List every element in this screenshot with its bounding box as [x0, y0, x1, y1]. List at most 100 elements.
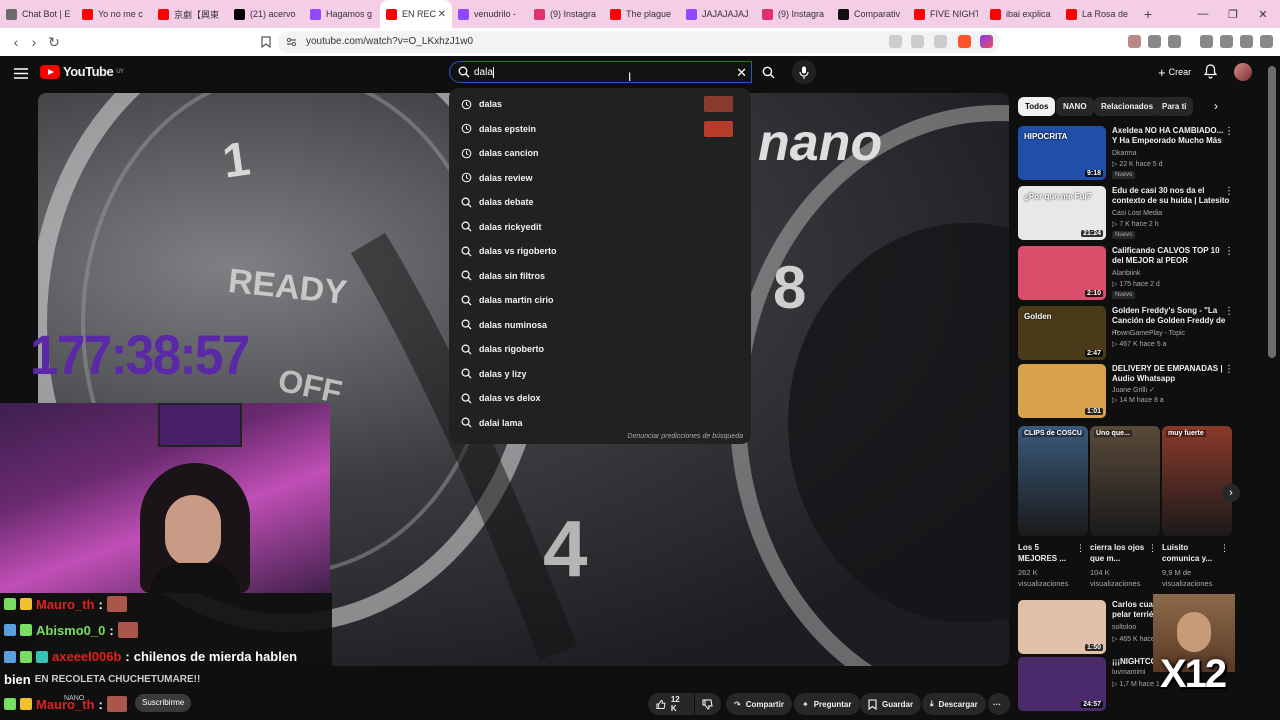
dislike-button[interactable] [695, 693, 721, 715]
video-title[interactable]: DELIVERY DE EMPANADAS | Audio Whatsapp [1112, 364, 1230, 384]
suggestion-item[interactable]: dalas sin filtros [449, 264, 751, 289]
download-button[interactable]: ⤓ Descargar [922, 693, 986, 715]
browser-tab[interactable]: The plague [604, 0, 680, 28]
create-button[interactable]: + Crear [1150, 63, 1199, 81]
channel-name[interactable]: luvmamimi [1112, 669, 1145, 676]
browser-tab[interactable]: La Rosa de [1060, 0, 1136, 28]
video-thumbnail[interactable]: ¿Por que me Fui? 21:24 [1018, 186, 1106, 240]
short-thumbnail[interactable]: CLIPS de COSCU [1018, 426, 1088, 536]
screenshot-icon[interactable] [1168, 35, 1181, 48]
short-thumbnail[interactable]: Uno que... [1090, 426, 1160, 536]
leo-ai-icon[interactable] [1240, 35, 1253, 48]
chip-for-you[interactable]: Para ti [1155, 97, 1194, 116]
browser-tab[interactable]: JAJAJAJAJ [680, 0, 756, 28]
suggestion-item[interactable]: dalas rigoberto [449, 337, 751, 362]
share-page-icon[interactable] [934, 35, 947, 48]
subscribe-button[interactable]: Suscribirme [135, 694, 192, 712]
notifications-bell-icon[interactable] [1203, 64, 1218, 84]
browser-tab[interactable]: Chat Bot | E [0, 0, 76, 28]
reload-icon[interactable]: ↻ [44, 32, 64, 52]
brave-rewards-icon[interactable] [980, 35, 993, 48]
channel-name[interactable]: Juane Grilli ✓ [1112, 386, 1155, 394]
extension-icon[interactable] [1128, 35, 1141, 48]
video-title[interactable]: Edu de casi 30 nos da el contexto de su … [1112, 186, 1230, 206]
browser-tab[interactable]: 京劇【興東 [152, 0, 228, 28]
zoom-icon[interactable] [911, 35, 924, 48]
channel-name[interactable]: soltoloo [1112, 624, 1136, 631]
report-predictions-link[interactable]: Denunciar predicciones de búsqueda [627, 433, 743, 440]
account-avatar[interactable] [1234, 63, 1252, 81]
suggestion-item[interactable]: dalas y lizy [449, 362, 751, 387]
recommended-video[interactable]: Golden 2:47 Golden Freddy's Song - "La Can… [1018, 306, 1238, 360]
close-tab-icon[interactable]: ✕ [438, 9, 446, 20]
forward-icon[interactable]: › [24, 32, 44, 52]
share-button[interactable]: ↷ Compartir [726, 693, 792, 715]
shorts-next-icon[interactable]: › [1222, 484, 1240, 502]
suggestion-item[interactable]: dalas rickyedit [449, 215, 751, 240]
chip-related[interactable]: Relacionados [1094, 97, 1161, 116]
browser-tab[interactable]: (9) Instagra [756, 0, 832, 28]
short-title[interactable]: Los 5 MEJORES ... [1018, 542, 1076, 564]
extensions-puzzle-icon[interactable] [1148, 35, 1161, 48]
more-options-icon[interactable]: ⋮ [1224, 246, 1234, 257]
back-icon[interactable]: ‹ [6, 32, 26, 52]
screen-cast-icon[interactable] [889, 35, 902, 48]
browser-tab[interactable]: Yo no me c [76, 0, 152, 28]
video-thumbnail[interactable]: 2:10 [1018, 246, 1106, 300]
browser-tab[interactable]: FIVE NIGHT [908, 0, 984, 28]
browser-tab[interactable]: Hagamos g [304, 0, 380, 28]
browser-tab[interactable]: ibai explica [984, 0, 1060, 28]
minimize-icon[interactable]: — [1188, 0, 1218, 28]
suggestion-item[interactable]: dalas numinosa [449, 313, 751, 338]
channel-name[interactable]: Dkarma [1112, 150, 1137, 157]
short-title[interactable]: cierra los ojos que m... [1090, 542, 1148, 564]
more-options-icon[interactable]: ⋮ [1224, 306, 1234, 317]
short-more-icon[interactable]: ⋮ [1148, 543, 1157, 554]
more-options-icon[interactable]: ⋮ [1224, 126, 1234, 137]
chip-nano[interactable]: NANO [1056, 97, 1094, 116]
page-scrollbar[interactable] [1268, 66, 1276, 358]
browser-tab[interactable]: (9) Instagra [528, 0, 604, 28]
search-input[interactable]: dala ✕ [449, 61, 752, 83]
browser-tab[interactable]: EN REC ✕ [380, 0, 452, 28]
clear-search-icon[interactable]: ✕ [736, 65, 747, 81]
menu-icon[interactable] [1260, 35, 1273, 48]
maximize-icon[interactable]: ❐ [1218, 0, 1248, 28]
save-button[interactable]: Guardar [860, 693, 922, 715]
suggestion-item[interactable]: dalas vs rigoberto [449, 239, 751, 264]
suggestion-item[interactable]: dalas cancion [449, 141, 751, 166]
suggestion-item[interactable]: dalas vs delox [449, 386, 751, 411]
youtube-logo[interactable]: YouTube UY [40, 64, 124, 79]
video-thumbnail[interactable]: Golden 2:47 [1018, 306, 1106, 360]
chip-all[interactable]: Todos [1018, 97, 1056, 116]
recommended-video[interactable]: HIPOCRITA 9:18 Axeldea NO HA CAMBIADO... Y… [1018, 126, 1238, 180]
like-button[interactable]: 12 K [648, 693, 694, 715]
video-title[interactable]: Calificando CALVOS TOP 10 del MEJOR al P… [1112, 246, 1230, 266]
short-more-icon[interactable]: ⋮ [1076, 543, 1085, 554]
channel-name[interactable]: Alanbiink [1112, 270, 1140, 277]
voice-search-button[interactable] [792, 60, 816, 84]
video-thumbnail[interactable]: 1:50 [1018, 600, 1106, 654]
brave-shield-icon[interactable] [958, 35, 971, 48]
suggestion-item[interactable]: dalas [449, 92, 751, 117]
chips-next-icon[interactable]: › [1214, 99, 1218, 113]
short-more-icon[interactable]: ⋮ [1220, 543, 1229, 554]
browser-tab[interactable]: (21) acervo [228, 0, 304, 28]
more-actions-button[interactable]: ··· [988, 693, 1010, 715]
sidebar-icon[interactable] [1220, 35, 1233, 48]
suggestion-item[interactable]: dalai lama [449, 411, 751, 436]
new-tab-button[interactable]: + [1136, 0, 1160, 28]
recommended-video[interactable]: 1:01 DELIVERY DE EMPANADAS | Audio Whatsa… [1018, 364, 1238, 418]
search-button[interactable] [757, 61, 779, 83]
site-info-icon[interactable] [286, 37, 297, 47]
bookmark-icon[interactable] [256, 32, 276, 52]
suggestion-item[interactable]: dalas review [449, 166, 751, 191]
recommended-video[interactable]: 2:10 Calificando CALVOS TOP 10 del MEJOR … [1018, 246, 1238, 300]
suggestion-item[interactable]: dalas martin cirio [449, 288, 751, 313]
video-thumbnail[interactable]: 1:01 [1018, 364, 1106, 418]
suggestion-item[interactable]: dalas epstein [449, 117, 751, 142]
suggestion-item[interactable]: dalas debate [449, 190, 751, 215]
media-icon[interactable] [1200, 35, 1213, 48]
video-title[interactable]: Axeldea NO HA CAMBIADO... Y Ha Empeorado… [1112, 126, 1230, 146]
short-title[interactable]: Luisito comunica y... [1162, 542, 1220, 564]
